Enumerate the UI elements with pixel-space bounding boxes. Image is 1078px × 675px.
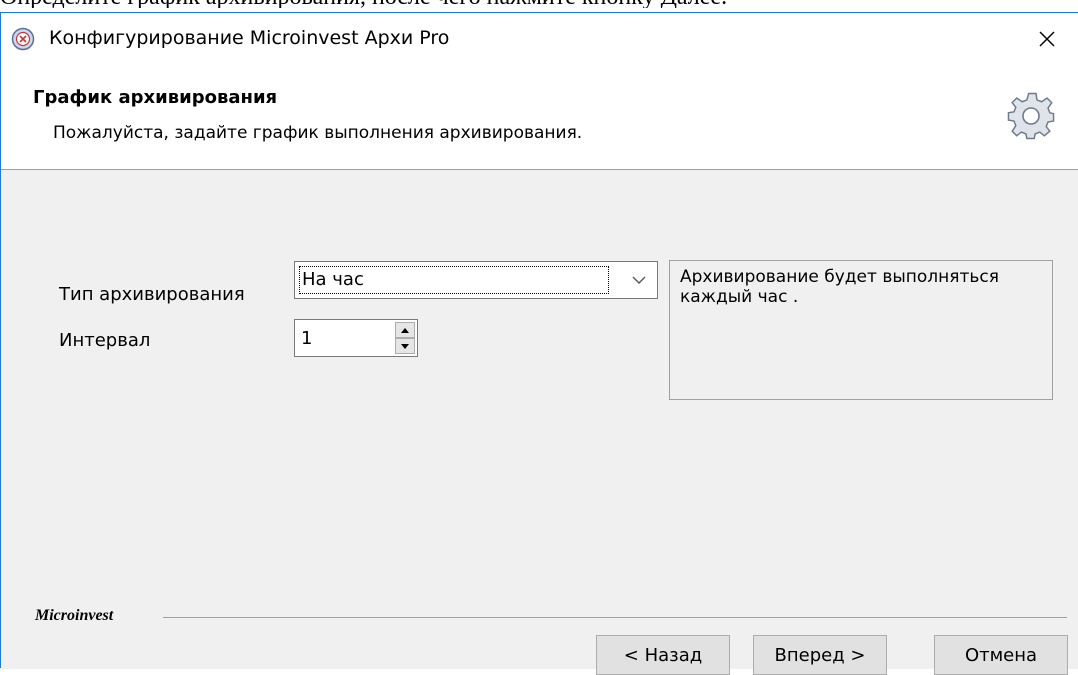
gear-icon — [1007, 92, 1055, 140]
footer-divider — [163, 617, 1067, 618]
document-caption: Определите график архивирования, после ч… — [0, 0, 1078, 8]
wizard-header: График архивирования Пожалуйста, задайте… — [1, 65, 1078, 170]
back-button[interactable]: < Назад — [596, 635, 730, 675]
interval-stepper[interactable] — [294, 319, 418, 357]
spin-up-button[interactable] — [395, 322, 415, 338]
triangle-up-icon — [401, 327, 409, 333]
cancel-button[interactable]: Отмена — [934, 635, 1068, 675]
interval-label: Интервал — [59, 330, 151, 351]
next-button[interactable]: Вперед > — [753, 635, 887, 675]
page-subtitle: Пожалуйста, задайте график выполнения ар… — [53, 123, 583, 143]
chevron-down-icon — [632, 276, 646, 284]
close-icon — [1039, 31, 1055, 47]
archive-type-select[interactable]: На час — [294, 261, 658, 299]
interval-input[interactable] — [295, 320, 387, 356]
config-dialog: Конфигурирование Microinvest Архи Pro Гр… — [0, 12, 1078, 675]
schedule-description: Архивирование будет выполняться каждый ч… — [669, 260, 1053, 400]
title-bar: Конфигурирование Microinvest Архи Pro — [1, 13, 1078, 65]
wizard-body: Тип архивирования На час Интервал 1 Архи… — [1, 170, 1078, 675]
spin-down-button[interactable] — [395, 338, 415, 354]
window-title: Конфигурирование Microinvest Архи Pro — [49, 27, 450, 49]
archive-type-label: Тип архивирования — [59, 284, 245, 305]
triangle-down-icon — [401, 343, 409, 349]
archive-type-value: На час — [299, 266, 609, 294]
brand-logo: Microinvest — [35, 607, 114, 624]
app-icon — [11, 27, 35, 51]
interval-spin-buttons — [395, 322, 415, 354]
page-title: График архивирования — [33, 87, 278, 108]
close-button[interactable] — [1016, 13, 1078, 65]
